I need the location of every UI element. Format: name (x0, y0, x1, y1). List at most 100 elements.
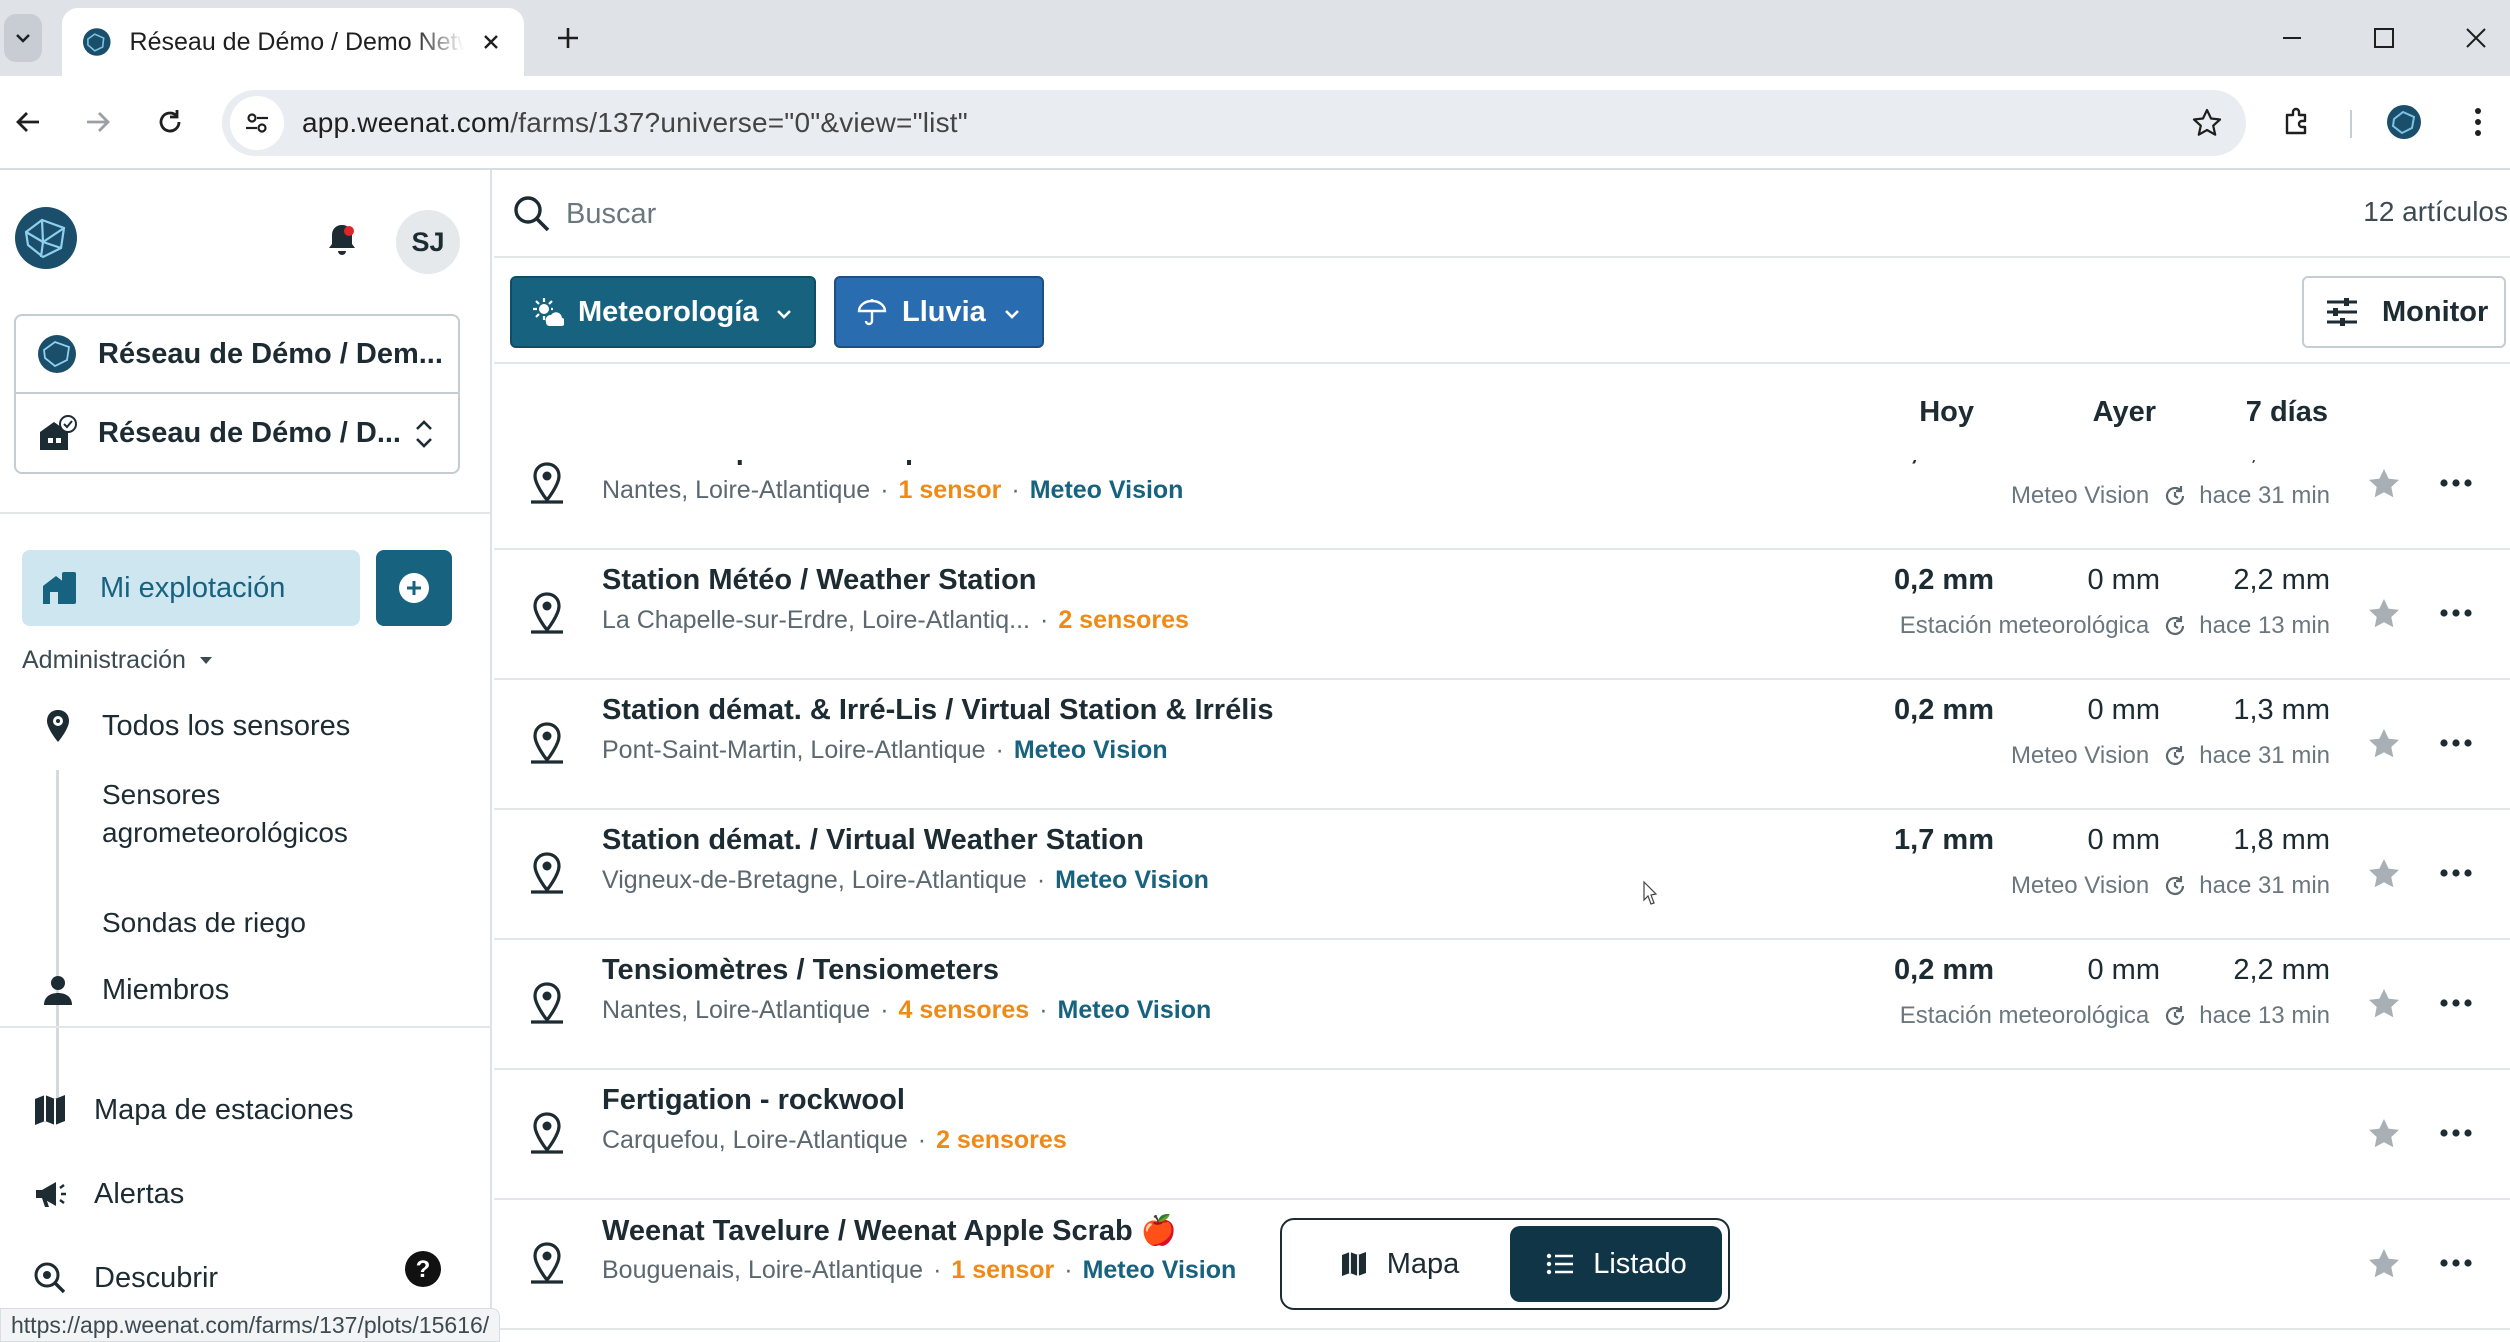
farm-selector-row[interactable]: Réseau de Démo / D... (16, 394, 458, 472)
nav-discover[interactable]: Descubrir (32, 1260, 218, 1296)
tab-search-button[interactable] (4, 14, 42, 62)
browser-menu-icon[interactable] (2454, 98, 2502, 146)
meteo-vision-link[interactable]: Meteo Vision (1030, 476, 1184, 505)
megaphone-icon (36, 1182, 66, 1207)
station-row[interactable]: Station Météo / Weather Station La Chapel… (494, 550, 2510, 680)
favorite-star-icon[interactable] (2366, 596, 2402, 632)
station-row[interactable]: Station démat. & Irré-Lis / Virtual Stat… (494, 680, 2510, 810)
user-avatar[interactable]: SJ (396, 210, 460, 274)
meteo-vision-link[interactable]: Meteo Vision (1058, 996, 1212, 1025)
notifications-bell-icon[interactable] (322, 220, 362, 260)
network-name: Réseau de Démo / Dem... (98, 337, 443, 370)
close-tab-icon[interactable] (478, 29, 504, 55)
meteo-vision-link[interactable]: Meteo Vision (1055, 866, 1209, 895)
more-options-icon[interactable] (2438, 1118, 2474, 1148)
back-icon[interactable] (4, 98, 52, 146)
help-question-icon[interactable]: ? (404, 1250, 442, 1288)
favorite-star-icon[interactable] (2366, 726, 2402, 762)
rain-filter-chip[interactable]: Lluvia (834, 276, 1044, 348)
nav-members[interactable]: Miembros (40, 972, 229, 1008)
sensor-count-link[interactable]: 1 sensor (951, 1256, 1054, 1285)
meteo-vision-link[interactable]: Meteo Vision (1014, 736, 1168, 765)
site-info-icon[interactable] (230, 96, 284, 150)
chevron-down-icon (1005, 310, 1019, 319)
nav-agro-sensors[interactable]: Sensores agrometeorológicos (102, 776, 348, 852)
search-row: 12 artículos (494, 170, 2510, 258)
meteo-vision-link[interactable]: Meteo Vision (1083, 1256, 1237, 1285)
nav-alerts[interactable]: Alertas (32, 1176, 184, 1212)
favorite-star-icon[interactable] (2366, 1116, 2402, 1152)
more-options-icon[interactable] (2438, 728, 2474, 758)
more-options-icon[interactable] (2438, 598, 2474, 628)
sidebar: SJ Réseau de Démo / Dem... Réseau de Dém… (0, 170, 492, 1342)
my-farm-button[interactable]: Mi explotación (22, 550, 360, 626)
nav-station-map-label: Mapa de estaciones (94, 1093, 354, 1126)
sensor-count-link[interactable]: 2 sensores (936, 1126, 1067, 1155)
more-options-icon[interactable] (2438, 858, 2474, 888)
minimize-icon[interactable] (2272, 18, 2312, 58)
nav-irrigation-probes[interactable]: Sondas de riego (102, 904, 306, 942)
home-farm-icon (43, 572, 76, 604)
clock-refresh-icon (2166, 876, 2185, 895)
location-pin-icon (531, 982, 563, 1024)
nav-discover-label: Descubrir (94, 1261, 219, 1294)
sliders-icon (2327, 298, 2357, 326)
sidebar-divider (0, 512, 490, 514)
nav-all-sensors[interactable]: Todos los sensores (40, 708, 350, 744)
station-name[interactable]: Sonde Capacitive / Capacitive Probe (602, 460, 1103, 467)
data-source-label: Estación meteorológica (1899, 612, 2150, 639)
favorite-star-icon[interactable] (2366, 856, 2402, 892)
network-selector-row[interactable]: Réseau de Démo / Dem... (16, 316, 458, 394)
administration-toggle[interactable]: Administración (22, 646, 212, 675)
separator-dot: · (1064, 1256, 1073, 1284)
column-header-today[interactable]: Hoy (1919, 396, 1974, 429)
map-view-button[interactable]: Mapa (1290, 1226, 1508, 1302)
reload-icon[interactable] (146, 98, 194, 146)
weenat-logo-icon[interactable] (14, 206, 78, 270)
search-input[interactable] (566, 190, 1766, 238)
station-name[interactable]: Station démat. & Irré-Lis / Virtual Stat… (602, 694, 1273, 727)
sensor-count-link[interactable]: 1 sensor (899, 476, 1002, 505)
filter-row: Meteorología Lluvia Monitor (494, 258, 2510, 364)
more-options-icon[interactable] (2438, 468, 2474, 498)
maximize-icon[interactable] (2364, 18, 2404, 58)
sensor-count-link[interactable]: 4 sensores (899, 996, 1030, 1025)
forward-icon[interactable] (74, 98, 122, 146)
clock-refresh-icon (2166, 1006, 2185, 1025)
browser-tab-active[interactable]: Réseau de Démo / Demo Network (62, 8, 524, 76)
add-button[interactable] (376, 550, 452, 626)
favorite-star-icon[interactable] (2366, 986, 2402, 1022)
weather-filter-chip[interactable]: Meteorología (510, 276, 816, 348)
station-meta: Nantes, Loire-Atlantique · 1 sensor · Meteo … (602, 476, 1183, 505)
station-name[interactable]: Weenat Tavelure / Weenat Apple Scrab 🍎 (602, 1214, 1177, 1248)
separator-dot: · (917, 1126, 927, 1154)
extensions-icon[interactable] (2274, 98, 2322, 146)
more-options-icon[interactable] (2438, 988, 2474, 1018)
list-view-button[interactable]: Listado (1510, 1226, 1722, 1302)
profile-avatar-icon[interactable] (2380, 98, 2428, 146)
station-name[interactable]: Tensiomètres / Tensiometers (602, 954, 999, 987)
monitor-button[interactable]: Monitor (2302, 276, 2506, 348)
more-options-icon[interactable] (2438, 1248, 2474, 1278)
network-farm-selector[interactable]: Réseau de Démo / Dem... Réseau de Démo /… (14, 314, 460, 474)
station-location: Pont-Saint-Martin, Loire-Atlantique (602, 736, 986, 764)
column-header-week[interactable]: 7 días (2246, 396, 2328, 429)
nav-station-map[interactable]: Mapa de estaciones (32, 1092, 354, 1128)
favorite-star-icon[interactable] (2366, 466, 2402, 502)
address-bar[interactable]: app.weenat.com/farms/137?universe="0"&vi… (222, 90, 2246, 156)
station-name[interactable]: Station démat. / Virtual Weather Station (602, 824, 1144, 857)
station-name[interactable]: Station Météo / Weather Station (602, 564, 1037, 597)
sensor-count-link[interactable]: 2 sensores (1058, 606, 1189, 635)
station-row[interactable]: Tensiomètres / Tensiometers Nantes, Loire… (494, 940, 2510, 1070)
station-row[interactable]: Station démat. / Virtual Weather Station… (494, 810, 2510, 940)
column-header-yesterday[interactable]: Ayer (2093, 396, 2156, 429)
station-row[interactable]: Sonde Capacitive / Capacitive Probe Nante… (494, 460, 2510, 550)
new-tab-icon[interactable] (548, 18, 588, 58)
station-name[interactable]: Fertigation - rockwool (602, 1084, 905, 1117)
close-window-icon[interactable] (2456, 18, 2496, 58)
station-row[interactable]: Fertigation - rockwool Carquefou, Loire-A… (494, 1070, 2510, 1200)
nav-alerts-label: Alertas (94, 1177, 185, 1210)
favorite-star-icon[interactable] (2366, 1246, 2402, 1282)
caret-down-icon (199, 657, 212, 664)
bookmark-star-icon[interactable] (2186, 102, 2228, 144)
